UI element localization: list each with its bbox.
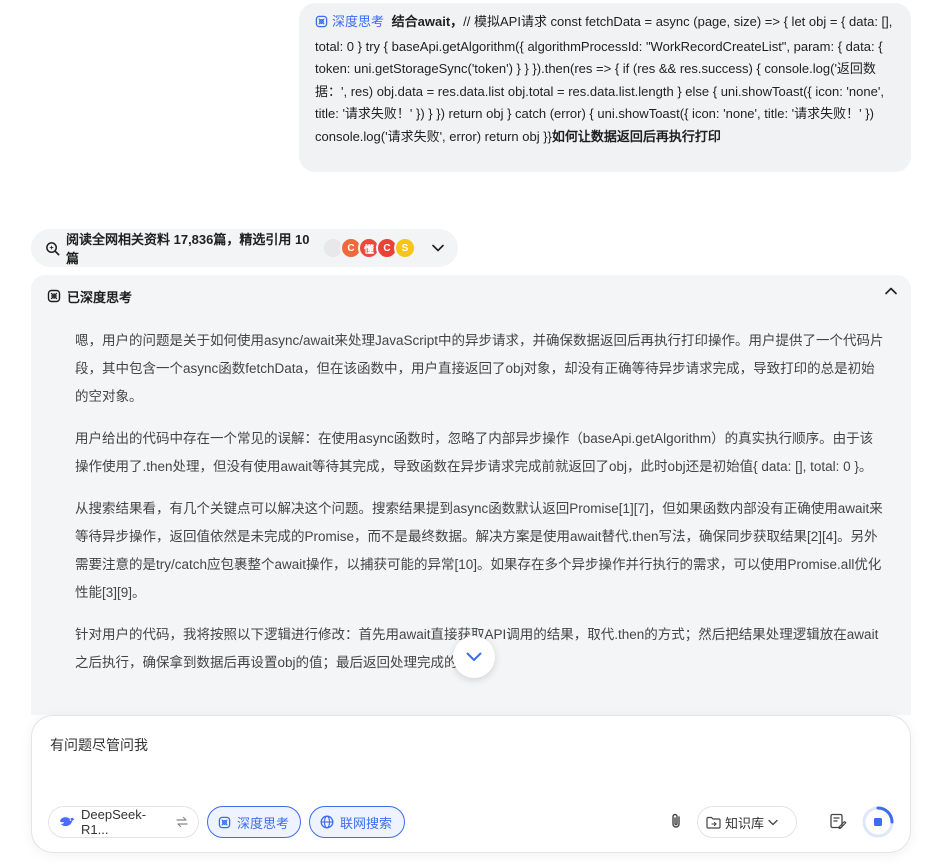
- knowledge-base-selector[interactable]: 知识库: [697, 806, 797, 838]
- knowledge-base-label: 知识库: [725, 815, 765, 831]
- web-search-toggle[interactable]: 联网搜索: [309, 806, 405, 838]
- deep-think-label: 深度思考: [237, 815, 290, 831]
- message-composer: DeepSeek-R1... 深度思考 联网搜索 知识库: [31, 715, 911, 853]
- deep-think-icon: [315, 13, 328, 36]
- notes-edit-icon[interactable]: [829, 812, 847, 830]
- deep-think-icon: [47, 289, 61, 303]
- globe-icon: [320, 815, 334, 829]
- folder-link-icon: [706, 816, 721, 829]
- sources-label: 阅读全网相关资料 17,836篇，精选引用 10篇: [66, 232, 310, 266]
- deep-think-toggle[interactable]: 深度思考: [207, 806, 301, 838]
- chevron-down-icon: [768, 819, 778, 826]
- source-favicons: C懂CS: [322, 237, 416, 259]
- chevron-up-icon[interactable]: [885, 287, 897, 295]
- thinking-header[interactable]: 已深度思考: [47, 285, 132, 307]
- thinking-paragraph: 从搜索结果看，有几个关键点可以解决这个问题。搜索结果提到async函数默认返回P…: [75, 501, 883, 600]
- deep-think-icon: [218, 816, 231, 829]
- swap-icon: [176, 816, 188, 828]
- user-message-suffix: 如何让数据返回后再执行打印: [551, 128, 721, 144]
- thinking-paragraph: 嗯，用户的问题是关于如何使用async/await来处理JavaScript中的…: [75, 333, 884, 404]
- user-message-bubble: 深度思考 结合await，// 模拟API请求 const fetchData …: [299, 3, 911, 172]
- deep-think-tag: 深度思考: [315, 14, 384, 29]
- chevron-down-icon[interactable]: [432, 244, 444, 252]
- web-search-label: 联网搜索: [340, 815, 393, 831]
- model-label: DeepSeek-R1...: [81, 807, 147, 837]
- thinking-paragraph: 用户给出的代码中存在一个常见的误解：在使用async函数时，忽略了内部异步操作（…: [75, 431, 874, 474]
- search-sparkle-icon: [45, 241, 60, 256]
- user-message-prefix: 结合await，: [391, 14, 464, 29]
- model-selector[interactable]: DeepSeek-R1...: [48, 806, 199, 838]
- attachment-icon[interactable]: [667, 812, 685, 830]
- scroll-to-bottom-button[interactable]: [453, 636, 495, 678]
- user-message-code: // 模拟API请求 const fetchData = async (page…: [315, 14, 893, 144]
- deepseek-logo-icon: [59, 815, 75, 829]
- sources-summary-pill[interactable]: 阅读全网相关资料 17,836篇，精选引用 10篇 C懂CS: [31, 229, 458, 267]
- stop-generating-button[interactable]: [861, 805, 895, 839]
- message-input[interactable]: [48, 736, 852, 754]
- thinking-title: 已深度思考: [67, 289, 133, 305]
- deep-think-tag-label: 深度思考: [332, 14, 385, 29]
- chevron-down-icon: [466, 652, 482, 662]
- favicon-5-icon: S: [394, 237, 416, 259]
